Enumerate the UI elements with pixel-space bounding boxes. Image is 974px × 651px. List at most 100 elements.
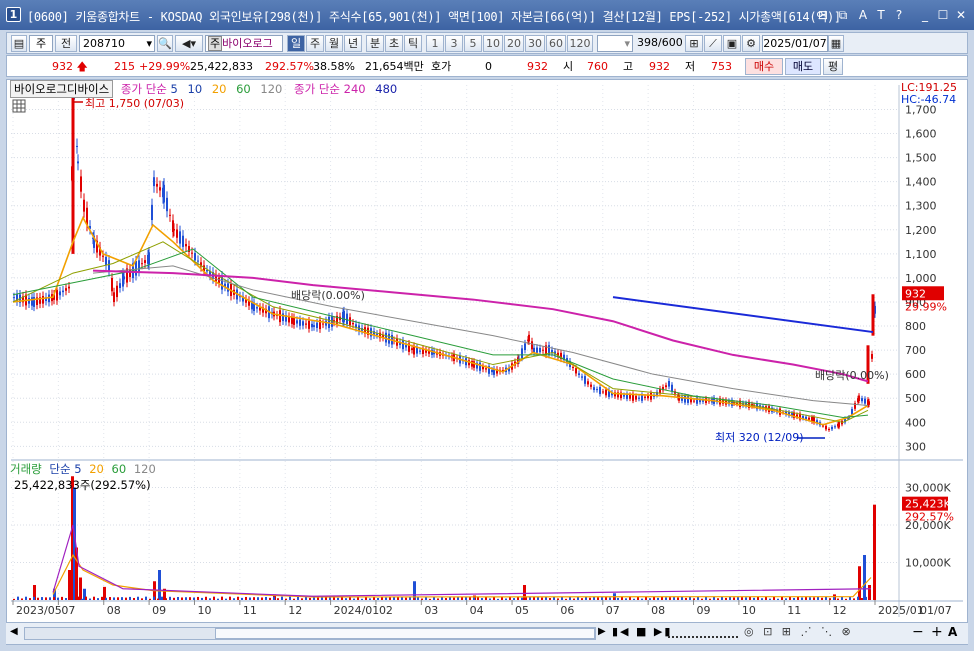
scrollbar-thumb[interactable]: [215, 628, 595, 639]
minimize-pane-icon[interactable]: ⊟: [816, 8, 830, 22]
volume-bar: [79, 577, 82, 600]
volume-bar: [85, 596, 87, 600]
zoom-out-icon[interactable]: −: [912, 624, 924, 640]
avg-button[interactable]: 평: [823, 58, 843, 75]
stock-code-input[interactable]: 208710 ▾: [79, 35, 155, 52]
interval-3-button[interactable]: 3: [445, 35, 463, 52]
volume-bar: [861, 598, 863, 600]
price-tag-label: 932: [905, 287, 926, 300]
buy-button[interactable]: 매수: [745, 58, 783, 75]
prev-button[interactable]: 전: [55, 35, 77, 52]
date-field[interactable]: 2025/01/07: [762, 35, 828, 52]
zoom-icon[interactable]: ⊞: [685, 35, 703, 52]
view-tools[interactable]: ◎ ⊡ ⊞ ⋰ ⋱ ⊗: [744, 625, 854, 638]
volume-bar: [741, 597, 743, 600]
volume-bar: [681, 596, 683, 600]
open-price: 760: [587, 60, 608, 73]
volume-bar: [261, 597, 263, 600]
volume-bar: [413, 598, 415, 600]
volume-bar: [858, 566, 861, 600]
maximize-icon[interactable]: ☐: [936, 8, 950, 22]
candle-body: [56, 289, 58, 301]
table-icon: [12, 99, 26, 113]
volume-bar: [785, 598, 787, 600]
playback-controls[interactable]: ▮◀ ■ ▶▮: [612, 625, 672, 638]
calendar-icon[interactable]: ▦: [828, 35, 844, 52]
interval-10-button[interactable]: 10: [483, 35, 503, 52]
vma5-label: 5: [74, 462, 82, 476]
volume-bar: [701, 598, 703, 600]
volume-bar: [201, 597, 203, 600]
candle-body: [156, 183, 158, 187]
period-day-button[interactable]: 일: [287, 35, 305, 52]
count-field[interactable]: 398/600: [637, 35, 683, 52]
zoom-slider[interactable]: [668, 628, 738, 638]
period-tick-button[interactable]: 틱: [404, 35, 422, 52]
scrollbar-track[interactable]: [24, 627, 596, 640]
font-size-icon[interactable]: A: [948, 625, 957, 639]
zoom-in-icon[interactable]: +: [931, 624, 943, 640]
period-second-button[interactable]: 초: [385, 35, 403, 52]
text-icon[interactable]: T: [874, 8, 888, 22]
volume-bar: [245, 596, 247, 600]
high-annotation: 최고 1,750 (07/03): [85, 97, 184, 110]
interval-20-button[interactable]: 20: [504, 35, 524, 52]
price-tick-label: 1,000: [905, 272, 937, 285]
volume-bar: [377, 597, 379, 600]
candle-body: [587, 381, 589, 385]
volume-bar: [657, 597, 659, 600]
period-minute-button[interactable]: 분: [366, 35, 384, 52]
scroll-left-icon[interactable]: ◀: [10, 626, 22, 640]
app-icon[interactable]: 1: [6, 7, 21, 22]
candle-body: [416, 347, 418, 354]
volume-bar: [89, 598, 91, 600]
period-select[interactable]: 주: [29, 35, 53, 52]
custom-interval-select[interactable]: ▾: [597, 35, 633, 52]
volume-bar: [749, 596, 751, 600]
x-tick-label: 06: [560, 604, 574, 617]
x-tick-label: 07: [606, 604, 620, 617]
font-icon[interactable]: A: [856, 8, 870, 22]
stock-name-field[interactable]: 주 바이오로그: [205, 35, 283, 52]
interval-30-button[interactable]: 30: [525, 35, 545, 52]
volume-bar: [565, 598, 567, 600]
volume-bar: [393, 597, 395, 600]
close-icon[interactable]: ✕: [954, 8, 968, 22]
volume-bar: [805, 597, 807, 600]
interval-120-button[interactable]: 120: [567, 35, 593, 52]
x-tick-label: 04: [470, 604, 484, 617]
volume-bar: [525, 597, 527, 600]
candle-body: [581, 376, 583, 378]
draw-icon[interactable]: ⟋: [704, 35, 722, 52]
speaker-icon[interactable]: ◀▾: [175, 35, 203, 52]
interval-1-button[interactable]: 1: [426, 35, 444, 52]
sell-button[interactable]: 매도: [785, 58, 821, 75]
candle-body: [113, 292, 115, 303]
minimize-icon[interactable]: _: [918, 8, 932, 22]
period-month-button[interactable]: 월: [325, 35, 343, 52]
interval-5-button[interactable]: 5: [464, 35, 482, 52]
volume-bar: [385, 597, 387, 600]
help-icon[interactable]: ?: [892, 8, 906, 22]
search-icon[interactable]: 🔍: [157, 35, 173, 52]
period-year-button[interactable]: 년: [344, 35, 362, 52]
volume-bar: [497, 598, 499, 600]
candle-body: [599, 387, 601, 395]
save-icon[interactable]: ▣: [723, 35, 741, 52]
volume-tag-percent: 292.57%: [905, 511, 954, 524]
candle-body: [148, 252, 150, 266]
volume-bar: [473, 597, 475, 600]
restore-icon[interactable]: ⧉: [836, 8, 850, 22]
price-tick-label: 1,300: [905, 200, 937, 213]
stock-name-box[interactable]: 바이오로그디바이스: [10, 80, 114, 98]
volume-bar: [257, 597, 259, 600]
scroll-right-icon[interactable]: ▶: [598, 626, 606, 637]
price-legend: 바이오로그디바이스 종가 단순 5 10 20 60 120 종가 단순 240…: [10, 80, 397, 98]
stock-chart[interactable]: 1,7001,6001,5001,4001,3001,2001,1001,000…: [7, 80, 969, 646]
period-week-button[interactable]: 주: [306, 35, 324, 52]
gear-icon[interactable]: ⚙: [742, 35, 760, 52]
volume-value: 25,422,833: [190, 60, 253, 73]
menu-icon[interactable]: ▤: [11, 35, 27, 52]
interval-60-button[interactable]: 60: [546, 35, 566, 52]
volume-bar: [593, 597, 595, 600]
